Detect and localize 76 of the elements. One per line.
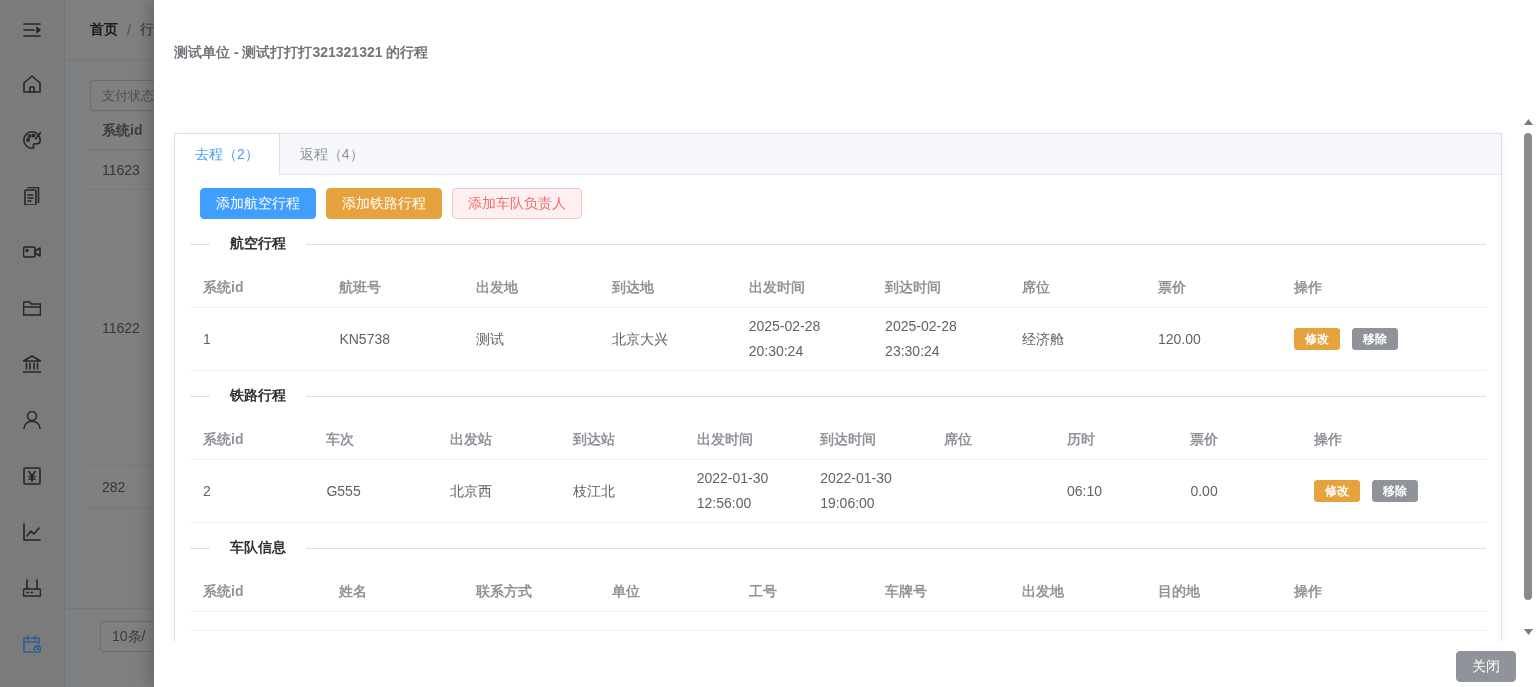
add-button[interactable]: 添加铁路行程 bbox=[326, 188, 442, 219]
column-header: 操作 bbox=[1293, 278, 1324, 297]
column-header: 席位 bbox=[942, 430, 973, 449]
column-header: 操作 bbox=[1312, 430, 1343, 449]
column-header: 系统id bbox=[202, 430, 245, 449]
add-button[interactable]: 添加航空行程 bbox=[200, 188, 316, 219]
chart-icon[interactable] bbox=[23, 523, 41, 541]
table-cell-text: 枝江北 bbox=[572, 481, 617, 501]
column-header: 到达站 bbox=[572, 430, 617, 449]
column-header: 票价 bbox=[1189, 430, 1220, 449]
table-cell-text: 测试 bbox=[474, 329, 505, 349]
column-header: 联系方式 bbox=[474, 582, 533, 601]
column-header: 席位 bbox=[1020, 278, 1051, 297]
table-cell-text: 北京西 bbox=[448, 481, 493, 501]
column-header: 历时 bbox=[1066, 430, 1096, 449]
row-action-button[interactable]: 修改 bbox=[1313, 480, 1360, 502]
table-cell-text: 1 bbox=[202, 329, 212, 349]
row-action-button[interactable]: 移除 bbox=[1371, 480, 1418, 502]
section-title: 车队信息 bbox=[229, 539, 287, 557]
scroll-down-arrow-icon[interactable] bbox=[1523, 629, 1533, 635]
table-cell-text: 经济舱 bbox=[1020, 329, 1065, 349]
table-cell-text: 2022-01-30 12:56:00 bbox=[695, 469, 770, 513]
table-cell-text: KN5738 bbox=[338, 329, 391, 349]
scroll-up-arrow-icon[interactable] bbox=[1523, 119, 1533, 125]
table-cell-text: 0.00 bbox=[1189, 481, 1219, 501]
user-icon[interactable] bbox=[23, 411, 41, 429]
bank-icon[interactable] bbox=[23, 355, 41, 373]
column-header: 目的地 bbox=[1156, 582, 1201, 601]
table-cell-text: 06:10 bbox=[1066, 481, 1104, 501]
add-button[interactable]: 添加车队负责人 bbox=[452, 188, 582, 219]
column-header: 出发地 bbox=[474, 278, 519, 297]
page-size-select[interactable]: 10条/ bbox=[100, 621, 154, 652]
column-header: 单位 bbox=[611, 582, 642, 601]
column-header: 工号 bbox=[747, 582, 778, 601]
column-header: 出发时间 bbox=[747, 278, 806, 297]
breadcrumb-item: 行 bbox=[139, 20, 154, 39]
document-icon[interactable] bbox=[23, 187, 41, 205]
column-header: 到达时间 bbox=[884, 278, 943, 297]
drawer-title: 测试单位 - 测试打打打321321321 的行程 bbox=[174, 44, 430, 60]
table-cell-text: G555 bbox=[325, 481, 362, 501]
router-icon[interactable] bbox=[23, 579, 41, 597]
close-button[interactable]: 关闭 bbox=[1456, 651, 1516, 682]
column-header: 姓名 bbox=[338, 582, 369, 601]
tab[interactable]: 去程（2） bbox=[175, 134, 280, 175]
column-header: 出发地 bbox=[1020, 582, 1065, 601]
column-header: 出发时间 bbox=[695, 430, 754, 449]
folder-icon[interactable] bbox=[23, 299, 41, 317]
column-header: 系统id bbox=[202, 278, 245, 297]
table-cell-text: 2025-02-28 20:30:24 bbox=[747, 317, 822, 361]
table-cell-text: 2 bbox=[202, 481, 212, 501]
column-header: 到达地 bbox=[611, 278, 656, 297]
section-title: 航空行程 bbox=[229, 235, 287, 253]
section-title: 铁路行程 bbox=[228, 387, 287, 405]
scrollbar-thumb[interactable] bbox=[1524, 133, 1532, 600]
column-header: 车次 bbox=[325, 430, 356, 449]
tab[interactable]: 返程（4） bbox=[279, 134, 385, 175]
home-icon[interactable] bbox=[23, 75, 41, 93]
column-header: 操作 bbox=[1293, 582, 1324, 601]
menu-toggle-icon[interactable] bbox=[23, 21, 41, 39]
table-cell-text: 2025-02-28 23:30:24 bbox=[884, 317, 958, 361]
yen-icon[interactable] bbox=[23, 467, 41, 485]
table-cell-text: 北京大兴 bbox=[611, 329, 670, 349]
palette-icon[interactable] bbox=[23, 131, 41, 149]
video-camera-icon[interactable] bbox=[23, 243, 41, 261]
table-cell-text: 120.00 bbox=[1156, 329, 1202, 349]
column-header: 票价 bbox=[1156, 278, 1187, 297]
breadcrumb-separator: / bbox=[127, 21, 131, 38]
row-action-button[interactable]: 修改 bbox=[1294, 328, 1341, 350]
table-cell-text: 2022-01-30 19:06:00 bbox=[819, 469, 893, 513]
row-action-button[interactable]: 移除 bbox=[1352, 328, 1399, 350]
breadcrumb-item[interactable]: 首页 bbox=[90, 20, 118, 39]
column-header: 航班号 bbox=[338, 278, 383, 297]
column-header: 车牌号 bbox=[884, 582, 929, 601]
column-header: 系统id bbox=[202, 582, 245, 601]
column-header: 出发站 bbox=[448, 430, 493, 449]
column-header: 到达时间 bbox=[819, 430, 878, 449]
